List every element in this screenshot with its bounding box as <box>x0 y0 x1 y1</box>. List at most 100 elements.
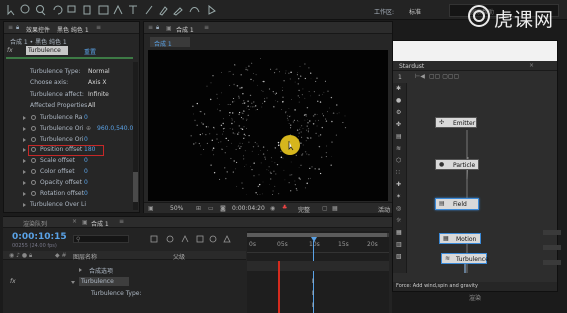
expand-icon[interactable] <box>23 138 26 142</box>
star-node-icon[interactable]: ✶ <box>396 193 401 200</box>
prop-row-turbulence-origin[interactable]: Turbulence Ori ⊕ 960.0,540.0 <box>4 125 138 135</box>
gear-node-icon[interactable]: ⚙ <box>396 109 401 116</box>
keyframe-icon[interactable]: I <box>312 302 314 309</box>
zoom-select[interactable]: 50% <box>170 205 183 212</box>
graph-tools-icon[interactable]: ▢▢ ▢▢▢ <box>429 73 459 80</box>
transparency-icon[interactable]: ▦ <box>332 205 338 212</box>
prop-row-color-offset[interactable]: Color offset 0 <box>4 168 134 178</box>
stopwatch-icon[interactable] <box>31 137 36 142</box>
region-icon[interactable]: ▭ <box>208 205 214 212</box>
light-node-icon[interactable]: ☼ <box>396 217 401 224</box>
comp-viewer[interactable] <box>148 50 388 201</box>
menu-icon[interactable]: ≡ <box>8 24 13 31</box>
timeline-timecode[interactable]: 0:00:10:15 <box>12 232 67 242</box>
ring-node-icon[interactable]: ◎ <box>396 205 401 212</box>
node-field[interactable]: ▤ Field <box>435 198 479 210</box>
layer-row-turbulence-type[interactable]: Turbulence Type: <box>3 289 246 299</box>
expand-icon[interactable] <box>23 159 26 163</box>
grid-icon[interactable]: ⊞ <box>196 205 201 212</box>
expand-icon[interactable] <box>79 268 82 272</box>
prop-row-position-offset[interactable]: Position offset 180 <box>4 145 134 156</box>
grid-node-icon[interactable]: ▦ <box>396 229 402 236</box>
workspace-select[interactable]: 标准 <box>409 7 421 16</box>
field-node-icon[interactable]: ▤ <box>396 133 402 140</box>
lock-icon[interactable]: 🔒︎ <box>16 24 19 32</box>
tab-menu-icon[interactable]: ≡ <box>119 218 124 225</box>
resolution-select[interactable]: 完整 <box>298 205 310 214</box>
node-turbulence[interactable]: ≋ Turbulence <box>441 253 489 264</box>
roi-icon[interactable]: ▢ <box>322 205 328 212</box>
snapshot-icon[interactable]: ▣ <box>148 205 154 212</box>
camera-snap-icon[interactable]: ◙ <box>220 205 226 212</box>
tab-composition[interactable]: 合成 1 <box>176 25 194 34</box>
collapse-icon[interactable] <box>71 281 75 284</box>
close-icon[interactable]: × <box>529 62 534 69</box>
keyframe-icon[interactable]: I <box>312 278 314 285</box>
stopwatch-icon[interactable] <box>31 115 36 120</box>
close-icon[interactable]: × <box>72 218 77 225</box>
comp-timecode[interactable]: 0:00:04:20 <box>232 205 265 212</box>
stopwatch-icon[interactable] <box>31 169 36 174</box>
expand-icon[interactable] <box>23 170 26 174</box>
tab-timeline-comp[interactable]: 合成 1 <box>91 219 109 228</box>
expand-icon[interactable] <box>23 116 26 120</box>
crosshair-icon[interactable]: ⊕ <box>86 125 91 132</box>
bars-node-icon[interactable]: ▥ <box>396 241 402 248</box>
prop-row-affected-properties[interactable]: Affected Properties All <box>4 102 134 112</box>
render-label[interactable]: 渲染 <box>469 293 481 302</box>
stopwatch-icon[interactable] <box>31 126 36 131</box>
sparkle-node-icon[interactable]: ✱ <box>396 85 401 92</box>
effect-name-badge[interactable]: Turbulence <box>26 46 68 55</box>
effects-scrollbar[interactable] <box>133 62 138 210</box>
prop-row-turbulence-type[interactable]: Turbulence Type: Normal <box>4 68 134 78</box>
work-area-bar[interactable] <box>247 233 389 237</box>
keyframe-icon[interactable]: I <box>312 290 314 297</box>
expand-icon[interactable] <box>23 192 26 196</box>
stopwatch-icon[interactable] <box>31 158 36 163</box>
menu-icon[interactable]: ≡ <box>148 24 153 31</box>
expand-icon[interactable] <box>23 127 26 131</box>
node-emitter[interactable]: ✣ Emitter <box>435 117 477 128</box>
show-snapshot-icon[interactable]: ◉ <box>270 205 275 212</box>
layer-row-turbulence[interactable]: fx Turbulence <box>3 277 246 287</box>
fx-icon[interactable]: fx <box>7 47 13 54</box>
tab-menu-icon[interactable]: ≡ <box>204 24 209 31</box>
expand-icon[interactable] <box>23 148 26 152</box>
prop-row-rotation-offset[interactable]: Rotation offset 0 <box>4 190 134 200</box>
stopwatch-icon[interactable] <box>31 191 36 196</box>
tab-effect-target[interactable]: 黑色 纯色 1 <box>57 25 89 34</box>
tab-effect-controls[interactable]: 效果控件 <box>26 25 50 34</box>
film-node-icon[interactable]: ▧ <box>396 253 402 260</box>
tool-icons[interactable] <box>4 3 244 17</box>
cluster-node-icon[interactable]: ✤ <box>396 121 401 128</box>
col-layer-name[interactable]: 图层名称 <box>73 252 97 261</box>
prop-row-turbulence-radius[interactable]: Turbulence Ra 0 <box>4 114 134 124</box>
arrow-icon[interactable]: ⊢◀︎ <box>415 73 425 80</box>
timeline-switches[interactable] <box>149 234 239 244</box>
tab-menu-icon[interactable]: ≡ <box>96 24 101 31</box>
dots-node-icon[interactable]: ∷ <box>396 169 400 176</box>
plus-node-icon[interactable]: ✚ <box>396 181 401 188</box>
sphere-node-icon[interactable]: ● <box>396 97 401 104</box>
prop-row-turbulence-over-life[interactable]: Turbulence Over Li <box>4 201 134 211</box>
wave-node-icon[interactable]: ≋ <box>396 145 401 152</box>
prop-row-turbulence-affect[interactable]: Turbulence affect: Infinite <box>4 91 134 101</box>
col-parent[interactable]: 父级 <box>173 252 185 261</box>
timeline-search[interactable]: ⚲ <box>73 235 129 243</box>
comp-sub-tab[interactable]: 合成 1 <box>150 37 190 48</box>
playhead-handle[interactable] <box>311 237 317 242</box>
time-ruler[interactable]: 0s 05s 10s 15s 20s <box>247 239 389 253</box>
tab-render-queue[interactable]: 渲染队列 <box>23 219 47 228</box>
prop-row-opacity-offset[interactable]: Opacity offset 0 <box>4 179 134 189</box>
stopwatch-icon[interactable] <box>31 147 36 152</box>
track-bar[interactable] <box>247 261 389 271</box>
expand-icon[interactable] <box>23 181 26 185</box>
lock-icon[interactable]: 🔒︎ <box>156 24 159 32</box>
current-time-indicator[interactable] <box>278 261 280 313</box>
hex-node-icon[interactable]: ⬡ <box>396 157 401 164</box>
stopwatch-icon[interactable] <box>31 180 36 185</box>
reset-link[interactable]: 重置 <box>84 47 96 56</box>
node-motion[interactable]: ▦ Motion <box>439 233 481 244</box>
active-camera-select[interactable]: 活动 <box>378 205 390 214</box>
prop-row-choose-axis[interactable]: Choose axis: Axis X <box>4 79 134 89</box>
